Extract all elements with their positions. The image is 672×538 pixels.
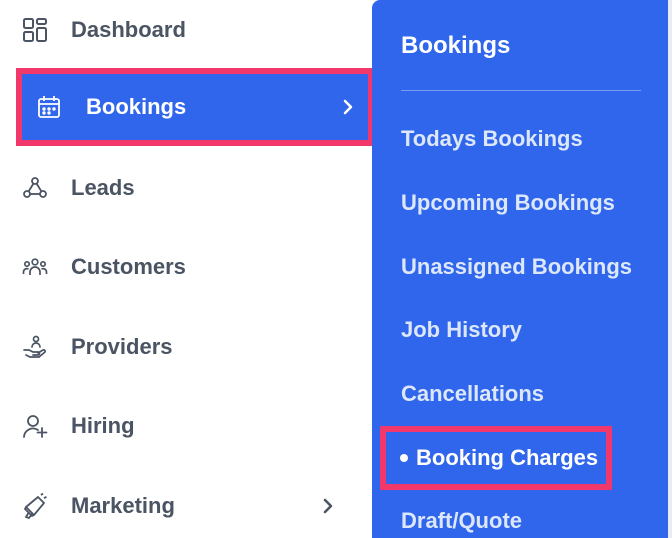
hiring-user-plus-icon (22, 413, 48, 439)
submenu-item-draft-quote[interactable]: Draft/Quote (401, 508, 522, 534)
sidebar-item-dashboard[interactable]: Dashboard (0, 0, 372, 60)
leads-network-icon (22, 175, 48, 201)
page-edge (668, 0, 672, 538)
chevron-right-icon (338, 95, 358, 119)
submenu-item-label: Booking Charges (416, 445, 599, 470)
sidebar-item-label: Hiring (71, 413, 135, 438)
submenu-item-upcoming-bookings[interactable]: Upcoming Bookings (401, 190, 615, 216)
submenu-item-job-history[interactable]: Job History (401, 317, 522, 343)
sidebar-item-label: Bookings (86, 94, 187, 119)
submenu-item-todays-bookings[interactable]: Todays Bookings (401, 126, 583, 152)
submenu-item-booking-charges[interactable]: Booking Charges (386, 432, 606, 484)
flyout-title: Bookings (401, 32, 511, 59)
flyout-divider (401, 90, 641, 91)
sidebar-item-hiring[interactable]: Hiring (0, 396, 372, 456)
bookings-flyout-menu: Bookings Todays Bookings Upcoming Bookin… (372, 0, 668, 538)
bullet-icon (400, 454, 408, 462)
sidebar-item-label: Dashboard (71, 17, 186, 42)
sidebar-item-leads[interactable]: Leads (0, 158, 372, 218)
sidebar-item-label: Marketing (71, 493, 175, 518)
megaphone-icon (22, 493, 48, 519)
calendar-icon (36, 94, 62, 120)
chevron-right-icon (318, 494, 338, 518)
sidebar-item-label: Leads (71, 175, 135, 200)
providers-hand-icon (22, 334, 48, 360)
sidebar-item-providers[interactable]: Providers (0, 317, 372, 377)
submenu-item-cancellations[interactable]: Cancellations (401, 381, 544, 407)
submenu-item-unassigned-bookings[interactable]: Unassigned Bookings (401, 254, 632, 280)
sidebar-nav: Dashboard Bookings Leads Customers Provi… (0, 0, 372, 538)
sidebar-item-bookings[interactable]: Bookings (22, 74, 368, 140)
sidebar-item-label: Providers (71, 334, 173, 359)
customers-group-icon (22, 254, 48, 280)
sidebar-item-label: Customers (71, 254, 186, 279)
sidebar-item-marketing[interactable]: Marketing (0, 476, 372, 536)
dashboard-grid-icon (22, 17, 48, 43)
sidebar-item-customers[interactable]: Customers (0, 237, 372, 297)
